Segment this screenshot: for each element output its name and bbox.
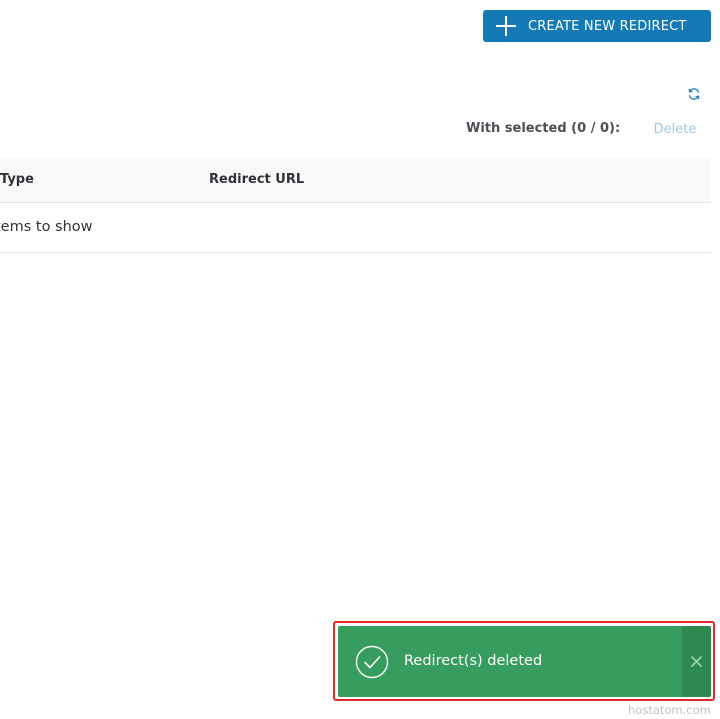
create-new-redirect-button[interactable]: CREATE NEW REDIRECT xyxy=(483,10,711,42)
close-icon xyxy=(691,656,702,667)
empty-state-text: tems to show xyxy=(0,219,93,235)
redirects-page: CREATE NEW REDIRECT With selected (0 / 0… xyxy=(0,0,720,719)
delete-button[interactable]: Delete xyxy=(639,114,711,144)
with-selected-label: With selected (0 / 0): xyxy=(466,121,621,136)
refresh-icon[interactable] xyxy=(687,87,701,101)
plus-icon xyxy=(496,16,516,36)
table-header: Type Redirect URL xyxy=(0,158,711,203)
create-new-redirect-label: CREATE NEW REDIRECT xyxy=(528,18,687,34)
empty-table-row: tems to show xyxy=(0,203,711,253)
success-toast: Redirect(s) deleted xyxy=(338,626,711,697)
check-circle-icon xyxy=(355,645,389,679)
column-header-redirect-url[interactable]: Redirect URL xyxy=(209,172,304,187)
column-header-type[interactable]: Type xyxy=(0,172,34,187)
toast-message: Redirect(s) deleted xyxy=(404,653,543,669)
watermark-text: hostatom.com xyxy=(628,703,711,717)
toast-close-button[interactable] xyxy=(682,626,711,697)
